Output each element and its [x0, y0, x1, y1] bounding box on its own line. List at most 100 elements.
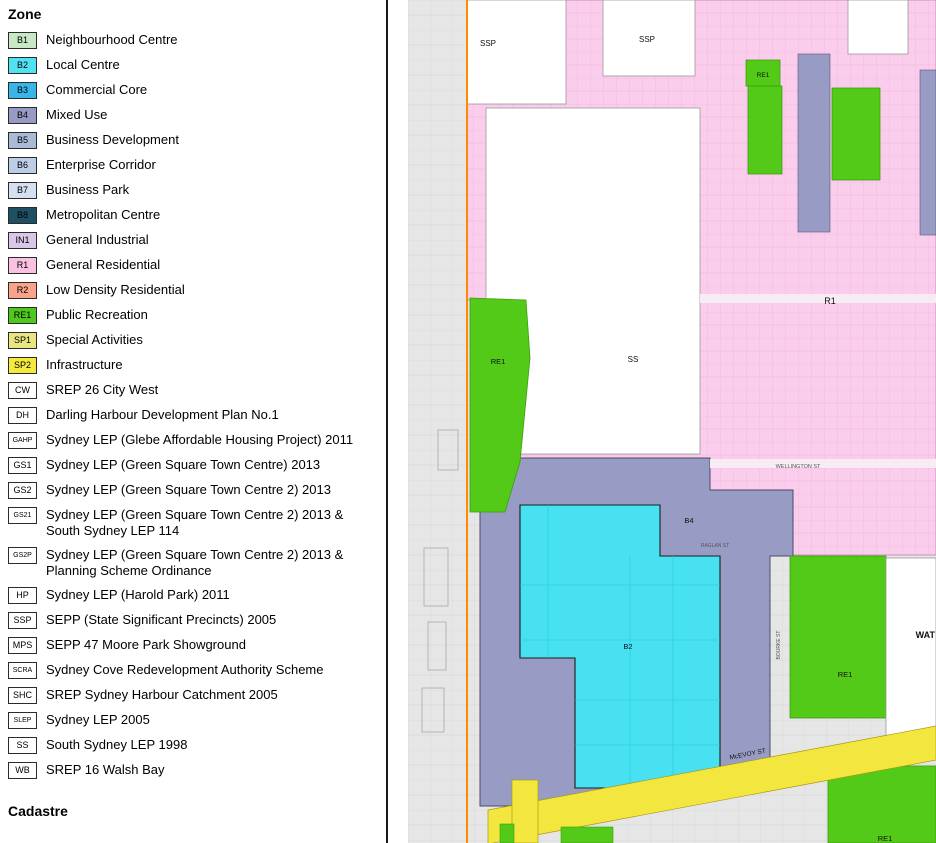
legend-item-wb: WB SREP 16 Walsh Bay [8, 762, 386, 779]
legend-item-ss: SSSouth Sydney LEP 1998 [8, 737, 386, 754]
legend-item-gs1: GS1Sydney LEP (Green Square Town Centre)… [8, 457, 386, 474]
white-area-top-right [848, 0, 908, 54]
legend-item-b5: B5Business Development [8, 132, 386, 149]
zone-label: SEPP 47 Moore Park Showground [46, 637, 246, 653]
legend-item-gs2p: GS2P Sydney LEP (Green Square Town Centre… [8, 547, 386, 579]
zone-re1-below-road-2 [561, 827, 613, 843]
map-label-re1: RE1 [878, 834, 893, 843]
zone-re1-right [790, 556, 886, 718]
zone-legend-list: B1 Neighbourhood Centre B2 Local Centre B3 Co… [8, 32, 386, 779]
legend-item-r2: R2 Low Density Residential [8, 282, 386, 299]
zone-label: SREP 26 City West [46, 382, 158, 398]
zone-label: Enterprise Corridor [46, 157, 156, 173]
zone-b4-strip-edge [920, 70, 936, 235]
legend-item-dh: DHDarling Harbour Development Plan No.1 [8, 407, 386, 424]
zone-swatch-b3: B3 [8, 82, 37, 99]
map-label-r1: R1 [824, 296, 836, 306]
zone-label: Mixed Use [46, 107, 107, 123]
zone-b4-strip-topright [798, 54, 830, 232]
zone-label: Infrastructure [46, 357, 123, 373]
zone-re1-below-road-1 [500, 824, 514, 843]
legend-item-b4: B4 Mixed Use [8, 107, 386, 124]
zone-swatch-r2: R2 [8, 282, 37, 299]
zone-swatch-ssp: SSP [8, 612, 37, 629]
legend-item-re1: RE1 Public Recreation [8, 307, 386, 324]
zone-swatch-in1: IN1 [8, 232, 37, 249]
legend-item-cw: CW SREP 26 City West [8, 382, 386, 399]
zone-label: Metropolitan Centre [46, 207, 160, 223]
zone-swatch-r1: R1 [8, 257, 37, 274]
map-label-ssp: SSP [639, 35, 655, 44]
zone-white-waterloo [886, 558, 936, 740]
legend-item-gahp: GAHPSydney LEP (Glebe Affordable Housing… [8, 432, 386, 449]
legend-item-b1: B1 Neighbourhood Centre [8, 32, 386, 49]
zone-label: Business Park [46, 182, 129, 198]
zone-label: Public Recreation [46, 307, 148, 323]
legend-item-b8: B8 Metropolitan Centre [8, 207, 386, 224]
map-label-b2: B2 [623, 642, 632, 651]
zone-heading: Zone [8, 6, 386, 22]
zone-swatch-hp: HP [8, 587, 37, 604]
zone-swatch-wb: WB [8, 762, 37, 779]
legend-item-gs21: GS21 Sydney LEP (Green Square Town Centre… [8, 507, 386, 539]
zone-label: Commercial Core [46, 82, 147, 98]
legend-item-r1: R1 General Residential [8, 257, 386, 274]
zone-label: Low Density Residential [46, 282, 185, 298]
map-label-raglan-st: RAGLAN ST [701, 543, 729, 549]
map-label-bourke-st: BOURKE ST [776, 631, 782, 660]
legend-item-b2: B2 Local Centre [8, 57, 386, 74]
road-vertical-yellow [512, 780, 538, 843]
zone-swatch-gs1: GS1 [8, 457, 37, 474]
legend-item-ssp: SSPSEPP (State Significant Precincts) 20… [8, 612, 386, 629]
map-label-b4: B4 [684, 516, 693, 525]
zone-label: Sydney LEP (Green Square Town Centre 2) … [46, 507, 374, 539]
zone-swatch-dh: DH [8, 407, 37, 424]
legend-item-slep: SLEP Sydney LEP 2005 [8, 712, 386, 729]
map-label-wat: WAT [916, 630, 936, 640]
zone-label: Sydney LEP 2005 [46, 712, 150, 728]
legend-item-shc: SHCSREP Sydney Harbour Catchment 2005 [8, 687, 386, 704]
zone-label: Local Centre [46, 57, 120, 73]
zone-swatch-re1: RE1 [8, 307, 37, 324]
zone-label: Sydney LEP (Green Square Town Centre 2) … [46, 482, 331, 498]
legend-item-in1: IN1 General Industrial [8, 232, 386, 249]
zone-label: SREP Sydney Harbour Catchment 2005 [46, 687, 278, 703]
zoning-map[interactable]: SSPSSPRE1R1SSRE1B4B2RE1RE1WATWELLINGTON … [408, 0, 936, 843]
zone-label: Sydney LEP (Green Square Town Centre 2) … [46, 547, 374, 579]
legend-item-gs2: GS2 Sydney LEP (Green Square Town Centre … [8, 482, 386, 499]
zone-swatch-scra: SCRA [8, 662, 37, 679]
legend-item-sp1: SP1Special Activities [8, 332, 386, 349]
zone-swatch-gs21: GS21 [8, 507, 37, 524]
zone-label: Business Development [46, 132, 179, 148]
zone-swatch-mps: MPS [8, 637, 37, 654]
zone-swatch-slep: SLEP [8, 712, 37, 729]
zone-swatch-b2: B2 [8, 57, 37, 74]
cadastre-heading: Cadastre [8, 803, 386, 819]
zone-re1-strip-top [748, 86, 782, 174]
street-band-upper [700, 294, 936, 303]
zone-label: SREP 16 Walsh Bay [46, 762, 165, 778]
zone-label: General Industrial [46, 232, 149, 248]
zone-swatch-b4: B4 [8, 107, 37, 124]
zone-label: Sydney LEP (Harold Park) 2011 [46, 587, 230, 603]
panel-divider [386, 0, 388, 843]
zone-ssp-precinct-1 [467, 0, 566, 104]
zone-swatch-b8: B8 [8, 207, 37, 224]
zone-swatch-b1: B1 [8, 32, 37, 49]
zone-swatch-sp2: SP2 [8, 357, 37, 374]
legend-panel: Zone B1 Neighbourhood Centre B2 Local Centr… [0, 0, 386, 843]
zone-swatch-cw: CW [8, 382, 37, 399]
map-label-ss: SS [628, 355, 639, 364]
zone-swatch-sp1: SP1 [8, 332, 37, 349]
zone-label: Neighbourhood Centre [46, 32, 178, 48]
legend-item-hp: HP Sydney LEP (Harold Park) 2011 [8, 587, 386, 604]
legend-item-b3: B3 Commercial Core [8, 82, 386, 99]
zone-swatch-gs2: GS2 [8, 482, 37, 499]
legend-item-scra: SCRA Sydney Cove Redevelopment Authority … [8, 662, 386, 679]
zone-label: Sydney Cove Redevelopment Authority Sche… [46, 662, 324, 678]
zone-label: General Residential [46, 257, 160, 273]
zone-swatch-gs2p: GS2P [8, 547, 37, 564]
legend-item-mps: MPS SEPP 47 Moore Park Showground [8, 637, 386, 654]
map-label-ssp: SSP [480, 39, 496, 48]
zone-swatch-gahp: GAHP [8, 432, 37, 449]
